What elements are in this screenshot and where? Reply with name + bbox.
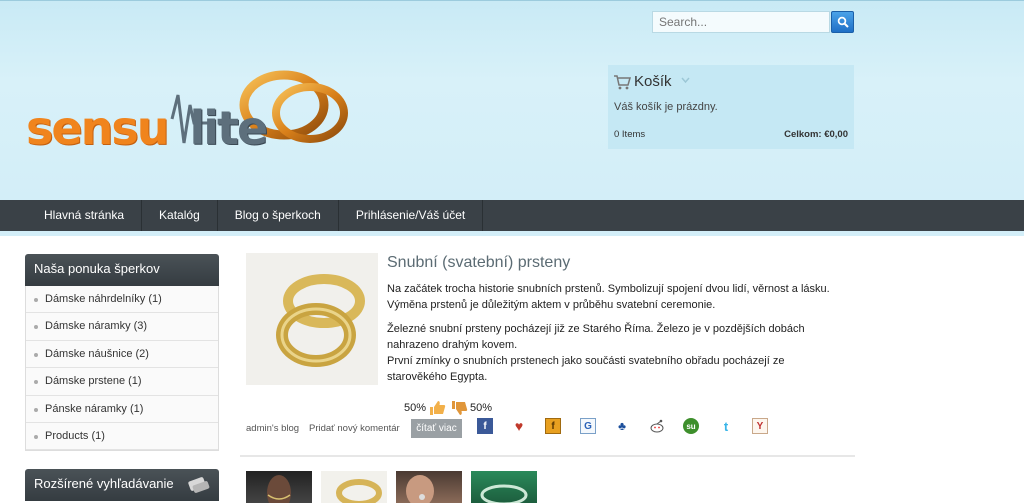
sidebar-advanced-search: Rozšírené vyhľadávanie (25, 469, 219, 501)
stumbleupon-icon[interactable]: su (683, 418, 699, 434)
category-item[interactable]: Dámske náhrdelníky (1) (26, 286, 218, 314)
category-item[interactable]: Dámske náušnice (2) (26, 340, 218, 369)
article-image[interactable] (246, 253, 378, 385)
earring-image (406, 475, 434, 503)
product-thumbnail[interactable] (471, 471, 537, 503)
category-item[interactable]: Products (1) (26, 422, 218, 451)
article-paragraph: Na začátek trocha historie snubních prst… (387, 283, 830, 311)
product-thumbnail[interactable] (396, 471, 462, 503)
add-comment-link[interactable]: Pridať nový komentár (309, 423, 400, 434)
article-paragraph: Železné snubní prsteny pocházejí již ze … (387, 323, 805, 351)
cart-icon (614, 75, 631, 90)
article-body: Na začátek trocha historie snubních prst… (387, 281, 847, 393)
sidebar-title: Naša ponuka šperkov (25, 254, 219, 286)
search-button[interactable] (831, 11, 854, 33)
cart-items-count: 0 Items (614, 129, 646, 140)
logo-text: sensu lite (26, 101, 268, 155)
article-divider (240, 455, 855, 457)
rings-thumb-image (336, 479, 382, 503)
search-input[interactable] (652, 11, 830, 33)
search-tools-icon (188, 477, 210, 493)
product-thumbnail[interactable] (246, 471, 312, 503)
search-bar (652, 11, 854, 34)
fark-icon[interactable]: f (545, 418, 561, 434)
reddit-icon[interactable] (649, 418, 665, 434)
thumbs-down-icon[interactable] (450, 400, 468, 416)
cart-title[interactable]: Košík (634, 73, 672, 90)
header: sensulite Košík Váš košík je prázdny. 0 … (0, 0, 1024, 200)
article-title[interactable]: Snubní (svatební) prsteny (387, 254, 570, 272)
necklace-image (267, 475, 291, 503)
site-logo[interactable]: sensu lite (22, 65, 352, 177)
nav-item-login[interactable]: Prihlásenie/Váš účet (339, 200, 484, 231)
twitter-icon[interactable]: t (718, 418, 734, 434)
nav-item-catalog[interactable]: Katalóg (142, 200, 218, 231)
rating-down-value: 50% (470, 402, 493, 414)
search-icon (837, 16, 849, 28)
thumbs-up-icon[interactable] (428, 400, 446, 416)
sidebar-categories: Naša ponuka šperkov Dámske náhrdelníky (… (25, 254, 219, 452)
cart-empty-text: Váš košík je prázdny. (614, 101, 718, 113)
nav-item-home[interactable]: Hlavná stránka (0, 200, 143, 231)
facebook-icon[interactable]: f (477, 418, 493, 434)
yahoo-icon[interactable]: Y (752, 418, 768, 434)
nav-separator (0, 231, 1024, 236)
category-item[interactable]: Dámske prstene (1) (26, 368, 218, 396)
read-more-button[interactable]: čítať viac (411, 419, 462, 438)
article-paragraph: První zmínky o snubních prstenech jako s… (387, 355, 785, 383)
advanced-search-title[interactable]: Rozšírené vyhľadávanie (25, 469, 219, 501)
category-list: Dámske náhrdelníky (1) Dámske náramky (3… (25, 286, 219, 452)
bracelet-image (480, 484, 528, 503)
google-icon[interactable]: G (580, 418, 596, 434)
category-item[interactable]: Pánske náramky (1) (26, 395, 218, 423)
reddit-alien-icon (650, 419, 664, 433)
favorite-heart-icon[interactable]: ♥ (511, 418, 527, 434)
chevron-down-icon[interactable] (681, 77, 690, 84)
cart-box: Košík Váš košík je prázdny. 0 Items Celk… (608, 65, 854, 149)
product-thumbnail[interactable] (321, 471, 387, 503)
nav-item-blog[interactable]: Blog o šperkoch (218, 200, 339, 231)
rating-widget: 50% 50% (404, 400, 492, 416)
cart-total: Celkom: €0,00 (784, 129, 848, 140)
category-item[interactable]: Dámske náramky (3) (26, 313, 218, 341)
myspace-icon[interactable]: ♣ (614, 418, 630, 434)
wedding-rings-image (246, 253, 378, 385)
article-author[interactable]: admin's blog (246, 423, 299, 434)
main-nav: Hlavná stránka Katalóg Blog o šperkoch P… (0, 200, 1024, 231)
rating-up-value: 50% (404, 402, 427, 414)
